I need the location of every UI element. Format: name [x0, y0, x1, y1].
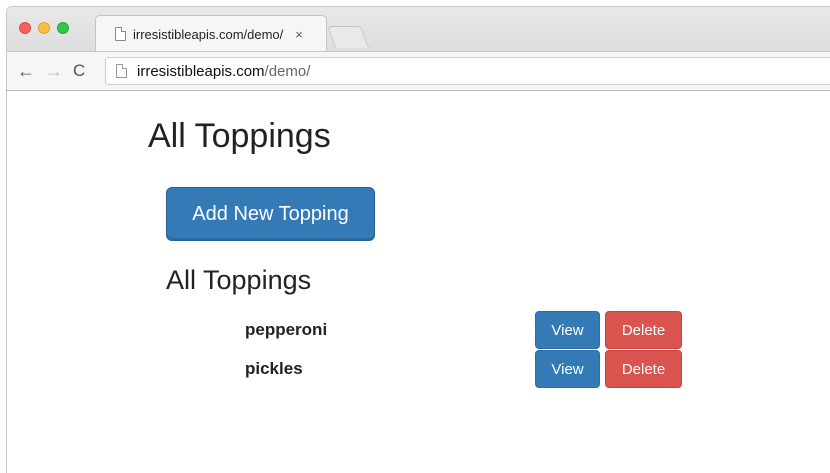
new-tab-button[interactable]	[326, 26, 370, 48]
view-button[interactable]: View	[535, 311, 600, 349]
browser-window: irresistibleapis.com/demo/ × ← → C irres…	[6, 6, 830, 473]
tab-close-icon[interactable]: ×	[295, 27, 303, 42]
close-window-button[interactable]	[19, 22, 31, 34]
tab-title: irresistibleapis.com/demo/	[133, 26, 284, 42]
delete-button[interactable]: Delete	[605, 350, 682, 388]
tab-content[interactable]: irresistibleapis.com/demo/ ×	[103, 17, 325, 51]
add-new-topping-button[interactable]: Add New Topping	[166, 187, 375, 241]
url-text[interactable]: irresistibleapis.com/demo/	[137, 63, 310, 80]
minimize-window-button[interactable]	[38, 22, 50, 34]
topping-name: pepperoni	[245, 320, 328, 339]
url-path: /demo/	[264, 62, 311, 80]
page-content: All Toppings Add New Topping All Topping…	[7, 91, 830, 473]
back-arrow-icon[interactable]: ←	[17, 60, 35, 82]
maximize-window-button[interactable]	[57, 22, 69, 34]
address-bar[interactable]: irresistibleapis.com/demo/	[105, 57, 830, 85]
url-host: irresistibleapis.com	[137, 62, 265, 80]
view-button[interactable]: View	[535, 350, 600, 388]
topping-row: pickles View Delete	[7, 350, 830, 388]
reload-icon[interactable]: C	[73, 60, 85, 82]
delete-button[interactable]: Delete	[605, 311, 682, 349]
page-title: All Toppings	[148, 117, 331, 155]
page-icon	[116, 64, 127, 78]
page-icon	[115, 27, 126, 41]
forward-arrow-icon[interactable]: →	[45, 60, 63, 82]
browser-toolbar: ← → C irresistibleapis.com/demo/	[7, 51, 830, 91]
tab-strip: irresistibleapis.com/demo/ ×	[7, 7, 830, 51]
section-title: All Toppings	[166, 265, 312, 295]
topping-row: pepperoni View Delete	[7, 311, 830, 349]
topping-name: pickles	[245, 359, 303, 378]
